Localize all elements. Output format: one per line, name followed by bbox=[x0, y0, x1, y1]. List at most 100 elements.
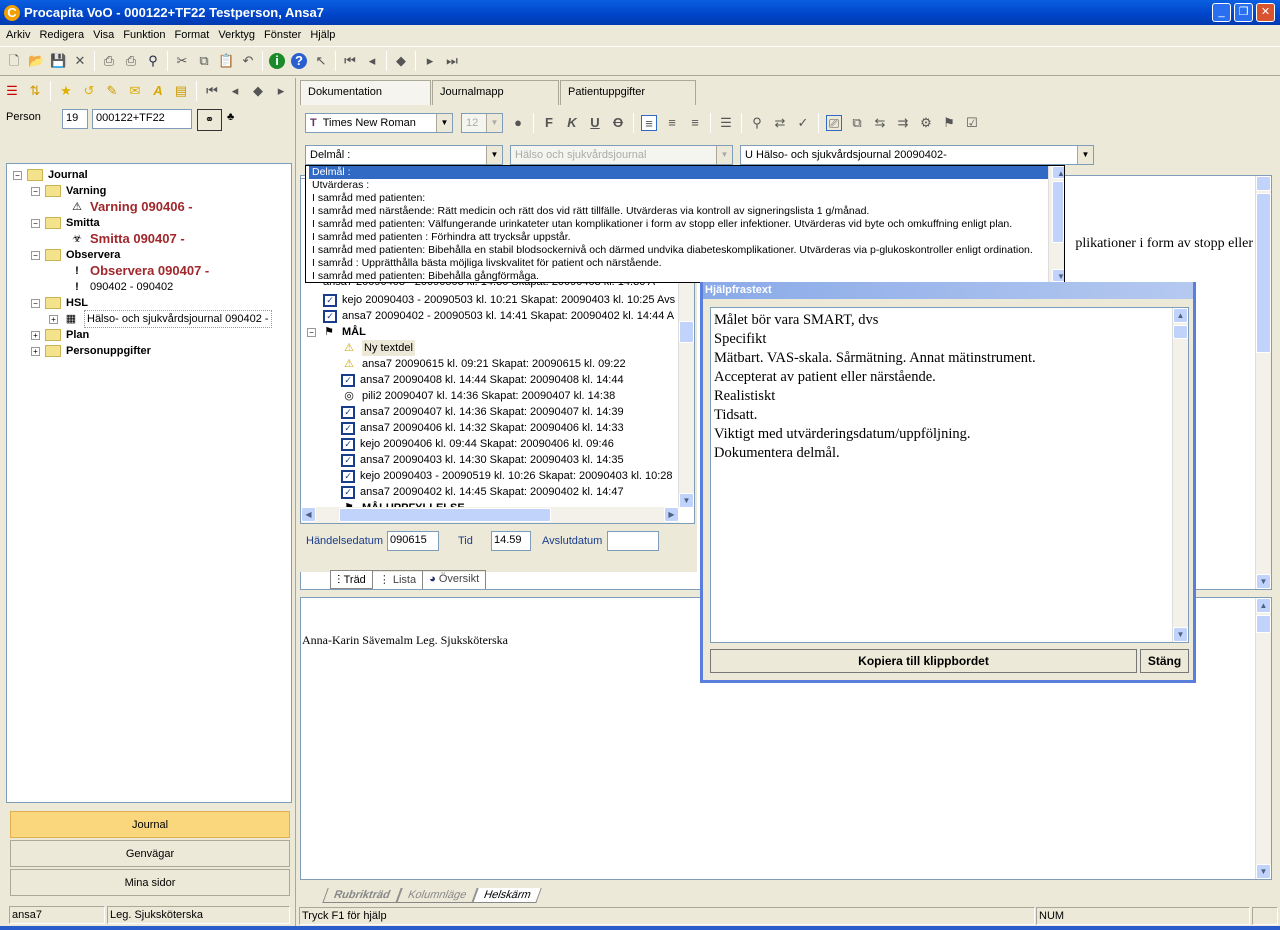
check-icon[interactable]: ☑ bbox=[964, 115, 980, 131]
tree-node-observera[interactable]: − Observera bbox=[13, 247, 291, 263]
term-dropdown-list[interactable]: Delmål : Utvärderas :I samråd med patient… bbox=[305, 165, 1065, 283]
doc-entry[interactable]: ✓ ansa7 20090407 kl. 14:36 Skapat: 200904… bbox=[341, 404, 686, 420]
tree-item-varning[interactable]: ⚠ Varning 090406 - bbox=[13, 199, 291, 215]
tab-journalmapp[interactable]: Journalmapp bbox=[432, 80, 559, 105]
print-icon[interactable]: ⎙ bbox=[101, 53, 117, 69]
avslutdatum-field[interactable] bbox=[607, 531, 659, 551]
genvagar-nav-button[interactable]: Genvägar bbox=[10, 840, 290, 867]
tree-node-journal[interactable]: − Journal bbox=[13, 167, 291, 183]
menu-fonster[interactable]: Fönster bbox=[264, 29, 301, 41]
term-select[interactable]: Delmål : ▼ bbox=[305, 145, 503, 165]
align-left-icon[interactable]: ≡ bbox=[641, 115, 657, 131]
tree-node-hsl[interactable]: − HSL bbox=[13, 295, 291, 311]
align-center-icon[interactable]: ≡ bbox=[664, 115, 680, 131]
copy-to-clipboard-button[interactable]: Kopiera till klippbordet bbox=[710, 649, 1137, 673]
help-text-scrollbar[interactable]: ▲ ▼ bbox=[1172, 308, 1188, 642]
tool-icon[interactable]: ⧉ bbox=[849, 115, 865, 131]
person-id-field[interactable]: 000122+TF22 bbox=[92, 109, 192, 129]
journal-select[interactable]: U Hälso- och sjukvårdsjournal 20090402- ▼ bbox=[740, 145, 1094, 165]
doc-entry[interactable]: ✓ ansa7 20090408 kl. 14:44 Skapat: 200904… bbox=[341, 372, 686, 388]
tree-item-smitta[interactable]: ☣ Smitta 090407 - bbox=[13, 231, 291, 247]
editor-scrollbar[interactable]: ▼ bbox=[1255, 176, 1271, 589]
tree-item-hsl-journal[interactable]: + ▦ Hälso- och sjukvårdsjournal 090402 - bbox=[13, 310, 291, 328]
doc-tree-node-mal[interactable]: − ⚑ MÅL bbox=[307, 324, 366, 340]
print-preview-icon[interactable]: ⎙ bbox=[123, 53, 139, 69]
menu-redigera[interactable]: Redigera bbox=[39, 29, 84, 41]
mina-sidor-nav-button[interactable]: Mina sidor bbox=[10, 869, 290, 896]
tree-node-smitta[interactable]: − Smitta bbox=[13, 215, 291, 231]
new-icon[interactable]: 🗋 bbox=[6, 53, 22, 69]
tab-kolumnlage[interactable]: Kolumnläge bbox=[395, 888, 478, 903]
maximize-button[interactable]: ❐ bbox=[1234, 3, 1253, 22]
dropdown-option[interactable]: I samråd med patienten: Välfungerande ur… bbox=[309, 218, 1064, 231]
dropdown-scrollbar[interactable]: ▲ ▼ bbox=[1048, 166, 1064, 282]
century-field[interactable]: 19 bbox=[62, 109, 88, 129]
menu-funktion[interactable]: Funktion bbox=[123, 29, 165, 41]
tab-rubriktrad[interactable]: Rubrikträd bbox=[322, 888, 402, 903]
prev-icon[interactable]: ◂ bbox=[364, 53, 380, 69]
font-family-select[interactable]: T Times New Roman ▼ bbox=[305, 113, 453, 133]
align-right-icon[interactable]: ≡ bbox=[687, 115, 703, 131]
italic-button[interactable]: K bbox=[564, 115, 580, 131]
journal-nav-button[interactable]: Journal bbox=[10, 811, 290, 838]
last-icon[interactable]: ⏭ bbox=[444, 53, 460, 69]
undo-icon[interactable]: ↶ bbox=[240, 53, 256, 69]
dropdown-option[interactable]: Utvärderas : bbox=[309, 179, 1064, 192]
doc-tree-hscroll[interactable]: ◀ ▶ bbox=[301, 507, 679, 523]
doc-entry[interactable]: ⚠ ansa7 20090615 kl. 09:21 Skapat: 200906… bbox=[341, 356, 686, 372]
current-icon[interactable]: ◆ bbox=[250, 83, 266, 99]
tool-icon[interactable]: ⇆ bbox=[872, 115, 888, 131]
menu-format[interactable]: Format bbox=[175, 29, 210, 41]
tab-dokumentation[interactable]: Dokumentation bbox=[300, 80, 431, 105]
dropdown-option[interactable]: I samråd med patienten : Förhindra att t… bbox=[309, 231, 1064, 244]
tool-icon[interactable]: ⚙ bbox=[918, 115, 934, 131]
bold-button[interactable]: F bbox=[541, 115, 557, 131]
dropdown-option[interactable]: I samråd med patienten: bbox=[309, 192, 1064, 205]
tab-trad[interactable]: ⵗ Träd bbox=[330, 571, 373, 589]
first-icon[interactable]: ⏮ bbox=[204, 83, 220, 99]
doc-entry[interactable]: ✓ kejo 20090403 - 20090503 kl. 10:21 Skap… bbox=[323, 292, 683, 308]
open-icon[interactable]: 📂 bbox=[28, 53, 44, 69]
menu-arkiv[interactable]: Arkiv bbox=[6, 29, 30, 41]
copy-icon[interactable]: ⧉ bbox=[196, 53, 212, 69]
mail-icon[interactable]: ✉ bbox=[127, 83, 143, 99]
help-phrase-icon[interactable]: ⎚ bbox=[826, 115, 842, 131]
menu-visa[interactable]: Visa bbox=[93, 29, 114, 41]
prev-icon[interactable]: ◂ bbox=[227, 83, 243, 99]
doc-entry[interactable]: ◎ pili2 20090407 kl. 14:36 Skapat: 200904… bbox=[341, 388, 686, 404]
handelsedatum-field[interactable]: 090615 bbox=[387, 531, 439, 551]
bullet-list-icon[interactable]: ☰ bbox=[718, 115, 734, 131]
traffic-light-icon[interactable]: ⚑ bbox=[941, 115, 957, 131]
save-icon[interactable]: 💾 bbox=[50, 53, 66, 69]
dropdown-option[interactable]: I samråd : Upprätthålla bästa möjliga li… bbox=[309, 257, 1064, 270]
star-icon[interactable]: ★ bbox=[58, 83, 74, 99]
tool-icon[interactable]: ⇉ bbox=[895, 115, 911, 131]
tab-patientuppgifter[interactable]: Patientuppgifter bbox=[560, 80, 696, 105]
doc-entry[interactable]: ✓ ansa7 20090406 kl. 14:32 Skapat: 200904… bbox=[341, 420, 686, 436]
menu-hjalp[interactable]: Hjälp bbox=[310, 29, 335, 41]
replace-icon[interactable]: ⇄ bbox=[772, 115, 788, 131]
find-icon[interactable]: ⚲ bbox=[749, 115, 765, 131]
cut-icon[interactable]: ✂ bbox=[174, 53, 190, 69]
underline-button[interactable]: U bbox=[587, 115, 603, 131]
color-icon[interactable]: ● bbox=[510, 115, 526, 131]
doc-entry[interactable]: ⚠ Ny textdel bbox=[341, 340, 686, 356]
tree-node-varning[interactable]: − Varning bbox=[13, 183, 291, 199]
context-help-icon[interactable]: ↖ bbox=[313, 53, 329, 69]
close-dialog-button[interactable]: Stäng bbox=[1140, 649, 1189, 673]
tree-node-plan[interactable]: + Plan bbox=[13, 327, 291, 343]
journal-type-select[interactable]: Hälso och sjukvårdsjournal ▼ bbox=[510, 145, 733, 165]
doc-entry[interactable]: ✓ ansa7 20090403 kl. 14:30 Skapat: 200904… bbox=[341, 452, 686, 468]
tab-helskarm[interactable]: Helskärm bbox=[471, 888, 542, 903]
note-icon[interactable]: ▤ bbox=[173, 83, 189, 99]
tree-item-observera-2[interactable]: ! 090402 - 090402 bbox=[13, 279, 291, 295]
dropdown-option[interactable]: Delmål : bbox=[309, 166, 1064, 179]
first-icon[interactable]: ⏮ bbox=[342, 53, 358, 69]
edit-icon[interactable]: ✎ bbox=[104, 83, 120, 99]
next-icon[interactable]: ▸ bbox=[273, 83, 289, 99]
tab-oversikt[interactable]: ◕ Översikt bbox=[423, 571, 487, 589]
help-text-area[interactable]: Målet bör vara SMART, dvs Specifikt Mätbar… bbox=[710, 307, 1189, 643]
tab-lista[interactable]: ⋮ Lista bbox=[373, 571, 424, 589]
sort-icon[interactable]: ⇅ bbox=[27, 83, 43, 99]
close-button[interactable]: ✕ bbox=[1256, 3, 1275, 22]
